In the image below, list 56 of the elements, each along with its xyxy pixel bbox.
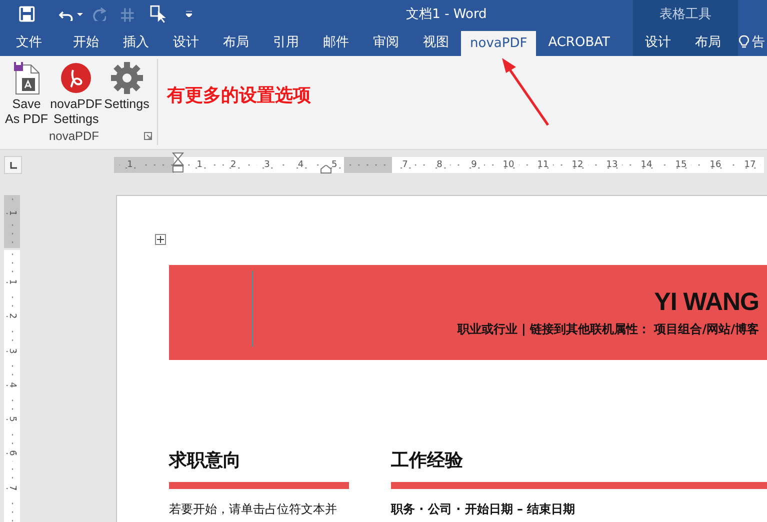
loop-logo-icon[interactable] [60,62,92,94]
tab-selector[interactable] [4,156,22,174]
ruler-number: 9 [464,160,484,170]
ruler-number: 11 [533,160,553,170]
body-text: 若要开始，请单击占位符文本并 [169,501,338,518]
ribbon-tab[interactable]: 邮件 [311,28,361,56]
lightbulb-icon[interactable] [739,35,749,49]
group-label: novaPDF [48,129,100,143]
ruler-shaded-area [344,157,392,173]
ribbon-tab[interactable]: ACROBAT [536,28,622,56]
section-heading: 求职意向 [169,449,242,473]
pdf-document-icon[interactable] [12,61,41,95]
right-indent-marker-icon[interactable] [320,165,332,174]
ribbon-tab[interactable]: 引用 [261,28,311,56]
save-icon[interactable] [19,6,35,22]
ruler-number: 2 [224,160,243,170]
ruler-number: 1 [120,160,140,170]
ribbon-tab[interactable]: 视图 [411,28,461,56]
body-text: 职务 · 公司 · 开始日期 – 结束日期 [391,501,576,518]
ribbon-tab[interactable]: 插入 [111,28,161,56]
resume-name: YI WANG [654,287,759,317]
caret-icon[interactable] [76,12,83,16]
window-title: 文档1 - Word [405,6,488,23]
ribbon-tab[interactable]: novaPDF [461,31,536,56]
ribbon-tab[interactable]: 文件 [4,28,61,56]
ruler-number: 4 [291,160,310,170]
ruler-number: 3 [257,160,277,170]
ribbon-tab[interactable]: 布局 [683,28,733,56]
tell-me-text[interactable]: 告 [752,33,765,51]
ruler-number: 12 [568,160,588,170]
contact-line: 职业或行业 | 链接到其他联机属性： 项目组合/网站/博客 [457,321,759,338]
ruler-number: 17 [740,160,760,170]
ruler-number: 7 [395,160,415,170]
ruler-number: 10 [498,160,518,170]
dialog-launcher-icon[interactable] [144,132,152,140]
ruler-number: 16 [706,160,726,170]
ruler-number: 15 [671,160,691,170]
ribbon-tab[interactable]: 布局 [211,28,261,56]
tab-stop-icon [10,162,16,168]
ruler-number: 13 [602,160,622,170]
ribbon-tab[interactable]: 设计 [161,28,211,56]
cursor-icon[interactable] [150,4,168,24]
contextual-tab-group-title: 表格工具 [633,0,738,28]
ribbon-tab[interactable]: 审阅 [361,28,411,56]
ribbon-tab[interactable]: 开始 [61,28,111,56]
ribbon-button[interactable]: Save As PDF [4,59,50,129]
ribbon-button[interactable]: novaPDF Settings [49,59,104,129]
ribbon-tab[interactable]: 设计 [633,28,683,56]
annotation-text: 有更多的设置选项 [167,84,311,107]
gear-icon[interactable] [110,61,144,95]
ruler-number: 8 [430,160,450,170]
customize-caret-icon[interactable] [186,11,192,17]
ribbon-button[interactable]: Settings [103,59,150,129]
section-heading: 工作经验 [391,449,464,473]
table-move-handle-icon[interactable] [155,234,166,245]
ruler-number: 14 [636,160,656,170]
